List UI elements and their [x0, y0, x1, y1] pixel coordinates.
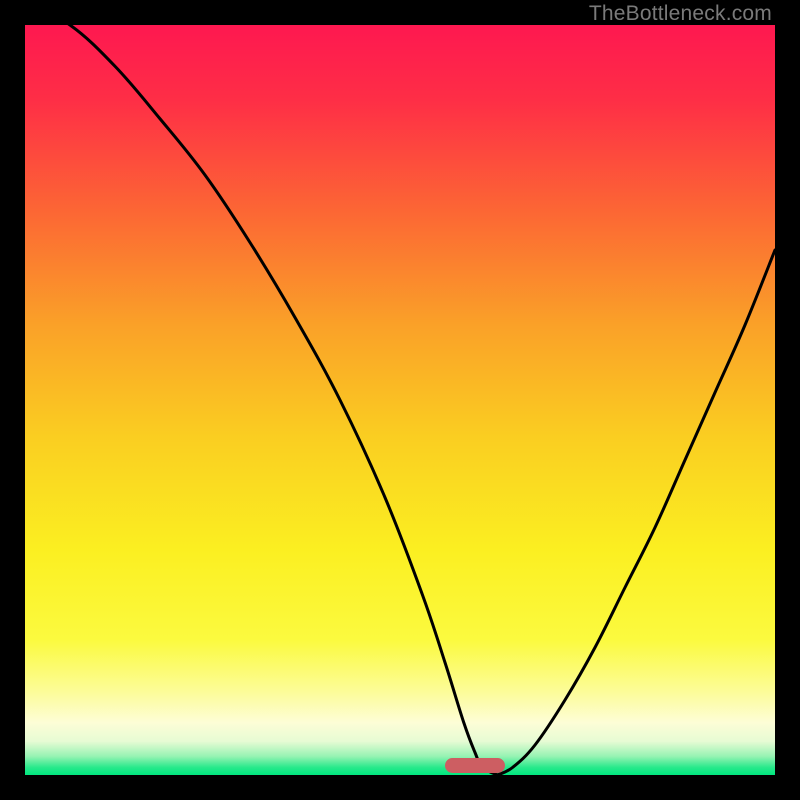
highlight-marker — [445, 758, 505, 773]
plot-area — [25, 25, 775, 775]
watermark-text: TheBottleneck.com — [589, 2, 772, 26]
bottleneck-curve — [25, 25, 775, 775]
curve-right-branch — [498, 250, 776, 775]
curve-left-branch — [25, 25, 498, 775]
chart-frame: TheBottleneck.com — [0, 0, 800, 800]
